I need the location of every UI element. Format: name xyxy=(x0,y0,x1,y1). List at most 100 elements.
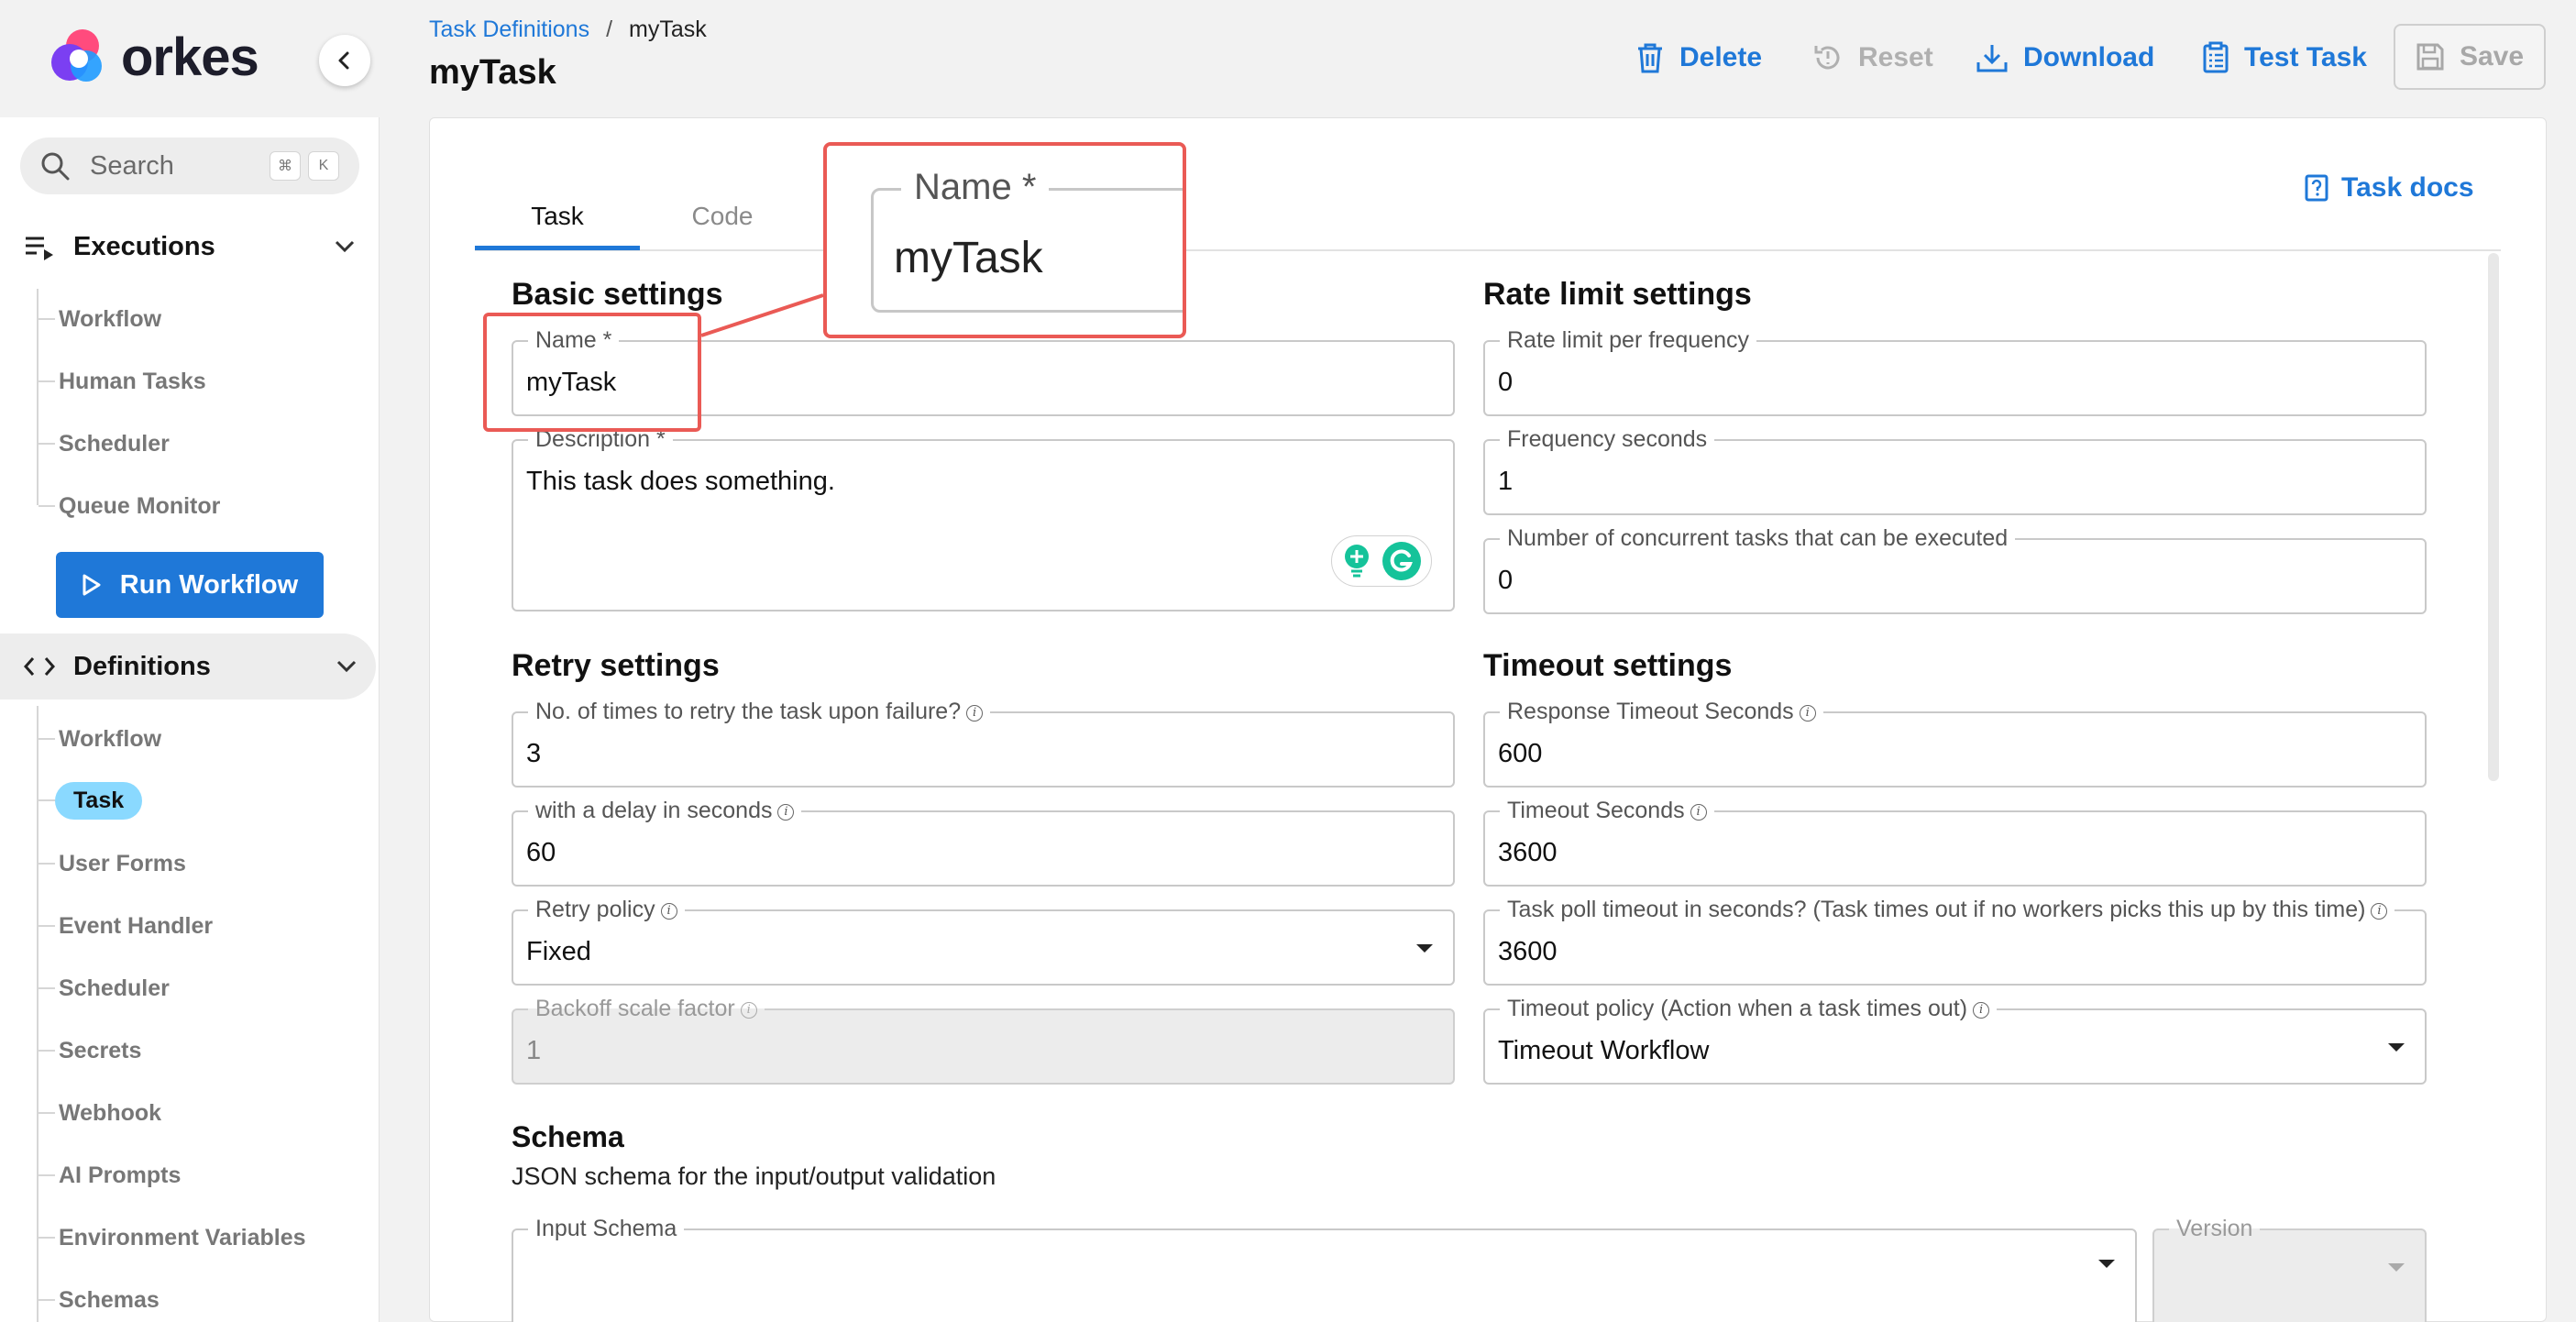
backoff-scale-factor-field: Backoff scale factor i 1 xyxy=(512,997,1455,1085)
sidebar-item-def-workflow[interactable]: Workflow xyxy=(39,718,161,760)
field-value: 0 xyxy=(1498,566,1514,595)
save-label: Save xyxy=(2459,41,2525,72)
collapse-sidebar-button[interactable] xyxy=(319,35,370,86)
timeout-seconds-field[interactable]: Timeout Seconds i 3600 xyxy=(1483,799,2427,887)
delete-button[interactable]: Delete xyxy=(1635,35,1762,81)
concurrent-tasks-field[interactable]: Number of concurrent tasks that can be e… xyxy=(1483,526,2427,614)
field-label: Response Timeout Seconds i xyxy=(1500,700,1823,723)
breadcrumb-current: myTask xyxy=(629,17,707,42)
description-field[interactable]: Description * This task does something. xyxy=(512,427,1455,611)
breadcrumb-task-definitions-link[interactable]: Task Definitions xyxy=(429,17,589,43)
field-label: Version xyxy=(2169,1217,2261,1240)
field-label: Retry policy i xyxy=(528,898,685,921)
run-workflow-button[interactable]: Run Workflow xyxy=(56,552,324,618)
sidebar-item-task[interactable]: Task xyxy=(39,779,143,821)
info-icon: i xyxy=(740,1002,757,1019)
basic-settings-heading: Basic settings xyxy=(512,277,723,312)
field-value: 0 xyxy=(1498,368,1514,397)
info-icon[interactable]: i xyxy=(777,804,795,821)
field-label: Frequency seconds xyxy=(1500,427,1715,451)
field-label: with a delay in seconds i xyxy=(528,799,802,822)
search-placeholder: Search xyxy=(90,150,174,181)
sidebar-section-definitions[interactable]: Definitions xyxy=(0,633,376,700)
frequency-seconds-field[interactable]: Frequency seconds 1 xyxy=(1483,427,2427,515)
schema-description: JSON schema for the input/output validat… xyxy=(512,1162,996,1190)
retry-policy-select[interactable]: Retry policy i Fixed xyxy=(512,898,1455,986)
response-timeout-field[interactable]: Response Timeout Seconds i 600 xyxy=(1483,700,2427,788)
tab-task[interactable]: Task xyxy=(475,182,640,251)
reset-button[interactable]: Reset xyxy=(1812,35,1933,81)
field-value: This task does something. xyxy=(526,467,835,496)
lightbulb-icon xyxy=(1345,545,1369,578)
reset-icon xyxy=(1814,46,1840,70)
field-value: 60 xyxy=(526,838,556,867)
field-label: Timeout Seconds i xyxy=(1500,799,1714,822)
zoom-callout: Name * myTask xyxy=(823,142,1186,338)
save-button[interactable]: Save xyxy=(2394,24,2546,90)
field-label: Timeout policy (Action when a task times… xyxy=(1500,997,1998,1020)
chevron-down-icon xyxy=(336,660,357,673)
sidebar-item-def-scheduler[interactable]: Scheduler xyxy=(39,967,170,1009)
poll-timeout-field[interactable]: Task poll timeout in seconds? (Task time… xyxy=(1483,898,2427,986)
sidebar-item-exec-scheduler[interactable]: Scheduler xyxy=(39,423,170,465)
test-task-label: Test Task xyxy=(2244,42,2367,72)
sidebar-item-schemas[interactable]: Schemas xyxy=(39,1279,160,1321)
field-value: 1 xyxy=(1498,467,1514,496)
rate-limit-per-frequency-field[interactable]: Rate limit per frequency 0 xyxy=(1483,328,2427,416)
code-brackets-icon xyxy=(24,657,55,676)
timeout-policy-select[interactable]: Timeout policy (Action when a task times… xyxy=(1483,997,2427,1085)
sidebar-item-queue-monitor[interactable]: Queue Monitor xyxy=(39,485,220,527)
grammarly-widget[interactable] xyxy=(1331,535,1432,587)
zoomed-field-value: myTask xyxy=(894,234,1043,282)
field-label: Rate limit per frequency xyxy=(1500,328,1757,352)
sidebar-item-event-handler[interactable]: Event Handler xyxy=(39,905,213,947)
retry-delay-field[interactable]: with a delay in seconds i 60 xyxy=(512,799,1455,887)
shortcut-key-k: K xyxy=(308,151,339,181)
info-icon[interactable]: i xyxy=(2371,903,2388,920)
scrollbar[interactable] xyxy=(2488,253,2499,781)
field-value: 3600 xyxy=(1498,838,1558,867)
field-label: Task poll timeout in seconds? (Task time… xyxy=(1500,898,2395,921)
sidebar-section-label: Executions xyxy=(73,231,215,261)
shortcut-key-cmd: ⌘ xyxy=(270,151,301,181)
sidebar-item-exec-workflow[interactable]: Workflow xyxy=(39,298,161,340)
grammarly-icon xyxy=(1382,542,1421,580)
sidebar-item-webhook[interactable]: Webhook xyxy=(39,1092,161,1134)
field-label: Input Schema xyxy=(528,1217,685,1240)
info-icon[interactable]: i xyxy=(1799,705,1816,722)
field-value: Fixed xyxy=(526,937,591,966)
info-icon[interactable]: i xyxy=(660,903,677,920)
sidebar-item-ai-prompts[interactable]: AI Prompts xyxy=(39,1154,181,1196)
sidebar-section-executions[interactable]: Executions xyxy=(20,214,374,280)
trash-icon xyxy=(1638,43,1662,73)
test-clipboard-icon xyxy=(2203,41,2229,73)
orkes-logo[interactable]: orkes xyxy=(46,26,259,88)
docs-help-icon xyxy=(2305,174,2328,202)
input-schema-select[interactable]: Input Schema xyxy=(512,1217,2137,1322)
test-task-button[interactable]: Test Task xyxy=(2202,35,2367,81)
executions-icon xyxy=(26,237,53,260)
dropdown-caret-icon xyxy=(2388,1043,2405,1052)
sidebar-item-environment-variables[interactable]: Environment Variables xyxy=(39,1217,306,1259)
info-icon[interactable]: i xyxy=(1690,804,1707,821)
version-select: Version xyxy=(2152,1217,2427,1322)
run-workflow-label: Run Workflow xyxy=(119,569,299,600)
zoomed-field-label: Name * xyxy=(901,165,1050,209)
info-icon[interactable]: i xyxy=(966,705,984,722)
field-value: 600 xyxy=(1498,739,1543,768)
download-button[interactable]: Download xyxy=(1976,35,2154,81)
sidebar-item-human-tasks[interactable]: Human Tasks xyxy=(39,360,206,402)
tab-code[interactable]: Code xyxy=(640,182,805,251)
search-bar[interactable]: Search ⌘ K xyxy=(20,138,359,194)
delete-label: Delete xyxy=(1679,42,1763,72)
reset-label: Reset xyxy=(1858,42,1933,72)
retry-count-field[interactable]: No. of times to retry the task upon fail… xyxy=(512,700,1455,788)
task-docs-link[interactable]: Task docs xyxy=(2305,172,2474,204)
download-icon xyxy=(1976,45,2008,72)
highlight-box xyxy=(483,313,701,432)
sidebar-item-secrets[interactable]: Secrets xyxy=(39,1030,141,1072)
field-label: Number of concurrent tasks that can be e… xyxy=(1500,526,2016,550)
info-icon[interactable]: i xyxy=(1973,1002,1990,1019)
chevron-down-icon xyxy=(335,240,355,253)
sidebar-item-user-forms[interactable]: User Forms xyxy=(39,843,186,885)
